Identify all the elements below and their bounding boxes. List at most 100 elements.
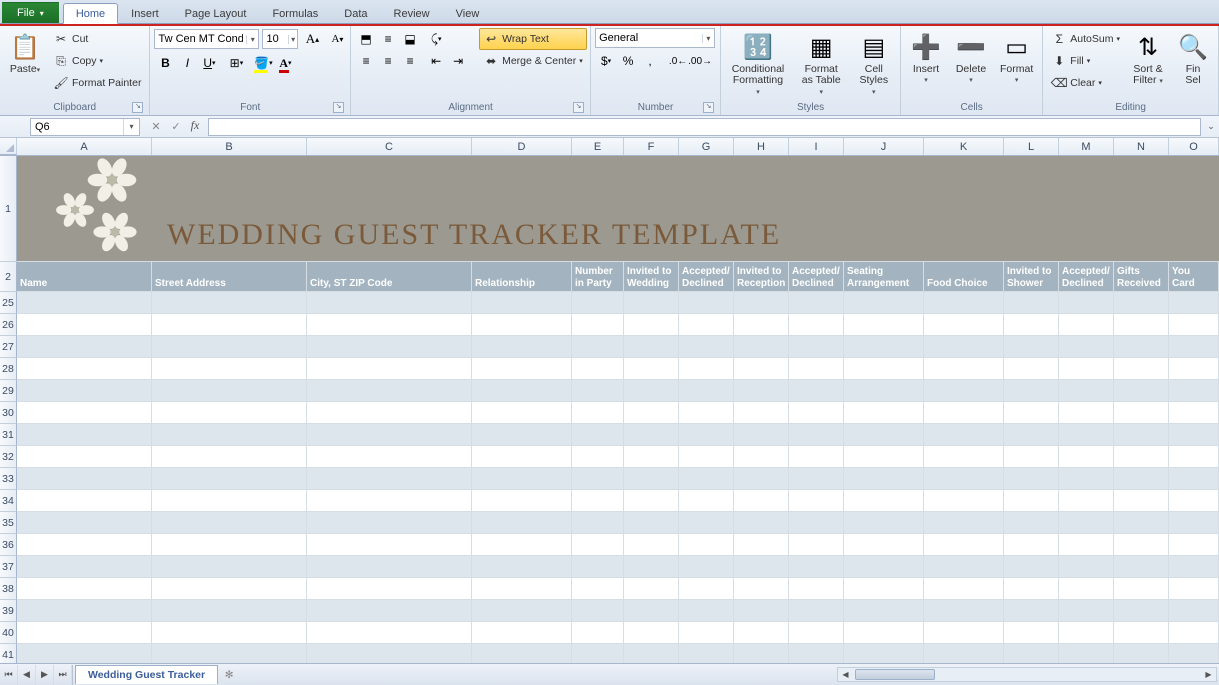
enter-formula-button[interactable]: ✓: [166, 118, 186, 136]
cell[interactable]: [472, 622, 572, 644]
cell[interactable]: [679, 578, 734, 600]
cells-area[interactable]: WEDDING GUEST TRACKER TEMPLATENameStreet…: [17, 156, 1219, 663]
cell[interactable]: [572, 314, 624, 336]
header-cell-I[interactable]: Accepted/ Declined: [789, 262, 844, 292]
cell[interactable]: [734, 402, 789, 424]
cell[interactable]: [572, 402, 624, 424]
cell[interactable]: [307, 534, 472, 556]
hscroll-right-button[interactable]: ▶: [1201, 668, 1216, 681]
cell[interactable]: [1169, 358, 1219, 380]
header-cell-C[interactable]: City, ST ZIP Code: [307, 262, 472, 292]
cell[interactable]: [17, 556, 152, 578]
row-header-30[interactable]: 30: [0, 402, 17, 424]
cell[interactable]: [679, 424, 734, 446]
paste-button[interactable]: 📋 Paste▾: [4, 28, 46, 79]
cell[interactable]: [307, 380, 472, 402]
cell[interactable]: [1114, 534, 1169, 556]
find-select-button[interactable]: 🔍FinSel: [1172, 28, 1214, 89]
cell[interactable]: [924, 644, 1004, 663]
column-header-B[interactable]: B: [152, 138, 307, 155]
cell[interactable]: [152, 424, 307, 446]
cell[interactable]: [17, 314, 152, 336]
cell[interactable]: [1169, 336, 1219, 358]
cell[interactable]: [1004, 644, 1059, 663]
formula-expand-button[interactable]: ⌄: [1203, 118, 1219, 136]
cell[interactable]: [1004, 402, 1059, 424]
cell[interactable]: [679, 292, 734, 314]
row-header-32[interactable]: 32: [0, 446, 17, 468]
clear-button[interactable]: ⌫Clear ▾: [1047, 72, 1124, 94]
cell[interactable]: [1004, 424, 1059, 446]
cell[interactable]: [1004, 358, 1059, 380]
cell[interactable]: [307, 622, 472, 644]
cell[interactable]: [1114, 358, 1169, 380]
wrap-text-button[interactable]: ↩Wrap Text: [479, 28, 587, 50]
align-right-button[interactable]: ≡: [399, 50, 421, 72]
cell-styles-button[interactable]: ▤CellStyles ▾: [852, 28, 897, 101]
comma-button[interactable]: ,: [639, 50, 661, 72]
cell[interactable]: [844, 446, 924, 468]
cell[interactable]: [924, 600, 1004, 622]
select-all-corner[interactable]: [0, 138, 17, 155]
file-tab[interactable]: File ▾: [2, 2, 59, 23]
cell[interactable]: [679, 600, 734, 622]
cell[interactable]: [307, 402, 472, 424]
cell[interactable]: [734, 578, 789, 600]
cell[interactable]: [17, 402, 152, 424]
tab-formulas[interactable]: Formulas: [259, 3, 331, 23]
cell[interactable]: [1169, 556, 1219, 578]
cell[interactable]: [1004, 512, 1059, 534]
cell[interactable]: [789, 534, 844, 556]
cell[interactable]: [924, 490, 1004, 512]
cell[interactable]: [1004, 534, 1059, 556]
cell[interactable]: [734, 358, 789, 380]
cell[interactable]: [924, 468, 1004, 490]
row-header-41[interactable]: 41: [0, 644, 17, 663]
cell[interactable]: [1114, 336, 1169, 358]
cell[interactable]: [734, 314, 789, 336]
cell[interactable]: [924, 578, 1004, 600]
sheet-nav-last[interactable]: ⏭: [54, 665, 72, 685]
cell[interactable]: [734, 336, 789, 358]
cell[interactable]: [572, 556, 624, 578]
cell[interactable]: [624, 292, 679, 314]
decrease-decimal-button[interactable]: .00→: [689, 50, 711, 72]
cell[interactable]: [789, 292, 844, 314]
column-header-J[interactable]: J: [844, 138, 924, 155]
cell[interactable]: [844, 578, 924, 600]
bold-button[interactable]: B: [154, 52, 176, 74]
cell[interactable]: [844, 622, 924, 644]
cell[interactable]: [924, 534, 1004, 556]
accounting-format-button[interactable]: $▾: [595, 50, 617, 72]
cell[interactable]: [1004, 556, 1059, 578]
cell[interactable]: [152, 380, 307, 402]
cell[interactable]: [572, 622, 624, 644]
increase-indent-button[interactable]: ⇥: [447, 50, 469, 72]
cell[interactable]: [1059, 556, 1114, 578]
cell[interactable]: [1059, 314, 1114, 336]
cell[interactable]: [17, 468, 152, 490]
delete-button[interactable]: ➖Delete▾: [950, 28, 992, 89]
align-middle-button[interactable]: ≡: [377, 28, 399, 50]
copy-button[interactable]: ⎘Copy ▾: [49, 50, 145, 72]
cell[interactable]: [152, 622, 307, 644]
percent-button[interactable]: %: [617, 50, 639, 72]
cell[interactable]: [1169, 644, 1219, 663]
hscroll-left-button[interactable]: ◀: [838, 668, 853, 681]
cell[interactable]: [1059, 468, 1114, 490]
cell[interactable]: [1169, 512, 1219, 534]
cell[interactable]: [924, 314, 1004, 336]
cell[interactable]: [789, 622, 844, 644]
cell[interactable]: [1114, 490, 1169, 512]
cell[interactable]: [624, 380, 679, 402]
cell[interactable]: [624, 622, 679, 644]
cell[interactable]: [152, 292, 307, 314]
tab-review[interactable]: Review: [381, 3, 443, 23]
cell[interactable]: [789, 446, 844, 468]
cell[interactable]: [307, 490, 472, 512]
cell[interactable]: [17, 380, 152, 402]
orientation-button[interactable]: ⤹▾: [425, 28, 447, 50]
row-header-31[interactable]: 31: [0, 424, 17, 446]
align-left-button[interactable]: ≡: [355, 50, 377, 72]
cell[interactable]: [679, 490, 734, 512]
